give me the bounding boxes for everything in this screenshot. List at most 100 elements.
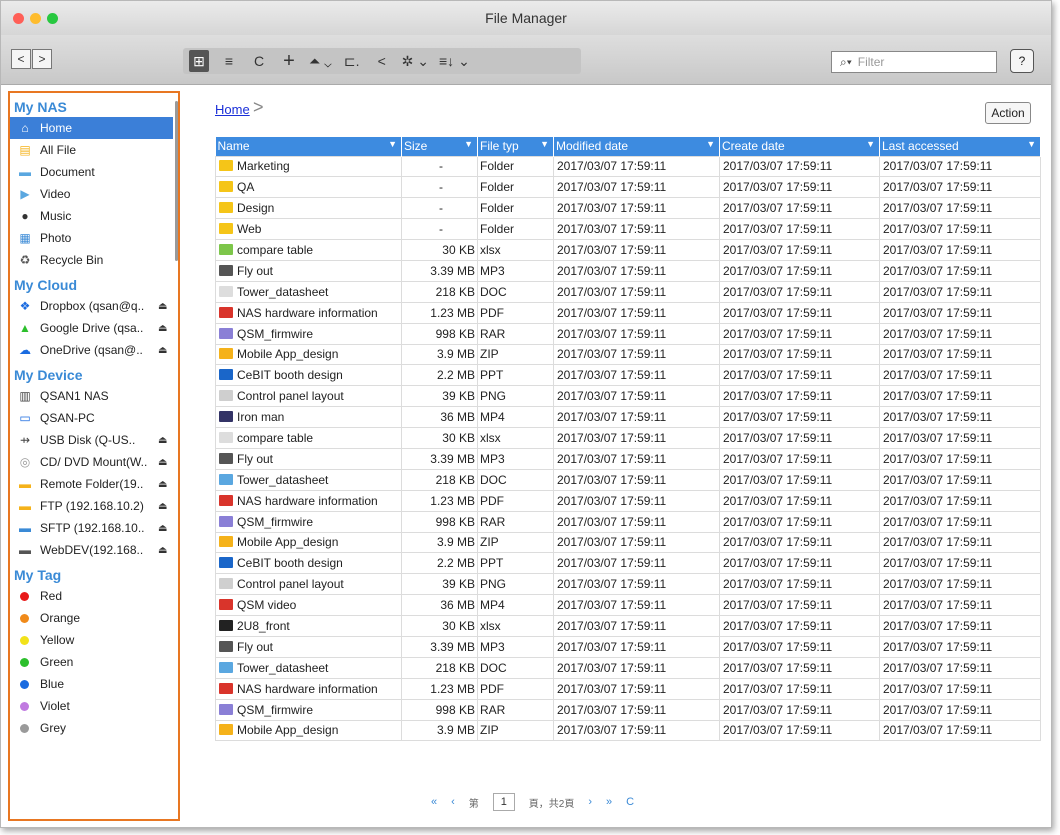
tree-view-button[interactable]: ⊏. [342,50,362,72]
table-row[interactable]: 2U8_front 30 KB xlsx 2017/03/07 17:59:11 201… [215,615,1041,637]
sidebar-item-green[interactable]: Green [10,651,178,673]
table-row[interactable]: QSM_firmwire 998 KB RAR 2017/03/07 17:59:11… [215,698,1041,721]
file-name-cell[interactable]: QSM_firmwire [215,698,402,721]
sidebar-item-google-drive-qsa[interactable]: ▲ Google Drive (qsa.. ⏏ [10,317,178,339]
column-header-modified-date[interactable]: Modified date ▼ [553,137,720,156]
settings-button[interactable]: ✲ ⌄ [402,50,429,72]
eject-icon[interactable]: ⏏ [158,523,167,534]
sort-arrow-icon[interactable]: ▼ [706,139,715,149]
page-number-input[interactable]: 1 [492,793,515,811]
file-name-cell[interactable]: NAS hardware information [215,489,402,512]
eject-icon[interactable]: ⏏ [158,457,167,468]
table-row[interactable]: compare table 30 KB xlsx 2017/03/07 17:59:1… [215,427,1041,449]
sidebar-item-orange[interactable]: Orange [10,607,178,629]
sort-arrow-icon[interactable]: ▼ [1027,139,1036,149]
table-row[interactable]: QA - Folder 2017/03/07 17:59:11 2017/03/07 1… [215,176,1041,199]
file-name-cell[interactable]: Design [215,197,402,220]
table-row[interactable]: Control panel layout 39 KB PNG 2017/03/07 1… [215,573,1041,596]
breadcrumb-home[interactable]: Home [215,102,250,117]
sidebar-item-document[interactable]: ▬ Document [10,161,178,183]
table-row[interactable]: NAS hardware information 1.23 MB PDF 2017/0… [215,677,1041,700]
sidebar-item-cd-dvd-mount-w[interactable]: ◎ CD/ DVD Mount(W.. ⏏ [10,451,178,473]
sort-arrow-icon[interactable]: ▼ [464,139,473,149]
sidebar-item-home[interactable]: ⌂ Home [10,117,173,139]
forward-button[interactable]: > [32,49,52,69]
table-row[interactable]: CeBIT booth design 2.2 MB PPT 2017/03/07 17… [215,364,1041,387]
file-name-cell[interactable]: Web [215,218,402,241]
filter-input[interactable]: ⌕▾ Filter [831,51,997,73]
file-name-cell[interactable]: Mobile App_design [215,531,402,554]
minimize-window-button[interactable] [30,13,41,24]
sort-button[interactable]: ≡↓ ⌄ [439,50,470,72]
table-row[interactable]: Fly out 3.39 MB MP3 2017/03/07 17:59:11 2017… [215,635,1041,658]
close-window-button[interactable] [13,13,24,24]
eject-icon[interactable]: ⏏ [158,435,167,446]
next-page-button[interactable]: › [588,796,592,808]
table-row[interactable]: QSM video 36 MB MP4 2017/03/07 17:59:11 2017… [215,594,1041,617]
table-row[interactable]: QSM_firmwire 998 KB RAR 2017/03/07 17:59:11… [215,322,1041,345]
table-row[interactable]: Tower_datasheet 218 KB DOC 2017/03/07 17:59… [215,280,1041,303]
file-name-cell[interactable]: Tower_datasheet [215,280,402,303]
sort-arrow-icon[interactable]: ▼ [540,139,549,149]
table-row[interactable]: Design - Folder 2017/03/07 17:59:11 2017/03/… [215,197,1041,220]
file-name-cell[interactable]: Tower_datasheet [215,468,402,491]
table-row[interactable]: Fly out 3.39 MB MP3 2017/03/07 17:59:11 2017… [215,259,1041,282]
eject-icon[interactable]: ⏏ [158,501,167,512]
table-row[interactable]: NAS hardware information 1.23 MB PDF 2017/0… [215,489,1041,512]
file-name-cell[interactable]: Fly out [215,635,402,658]
sidebar-item-sftp-192-168-10[interactable]: ▬ SFTP (192.168.10.. ⏏ [10,517,178,539]
column-header-last-accessed[interactable]: Last accessed ▼ [879,137,1041,156]
table-row[interactable]: Control panel layout 39 KB PNG 2017/03/07 1… [215,385,1041,408]
file-name-cell[interactable]: compare table [215,427,402,449]
sidebar-item-yellow[interactable]: Yellow [10,629,178,651]
file-name-cell[interactable]: Control panel layout [215,573,402,596]
table-row[interactable]: Mobile App_design 3.9 MB ZIP 2017/03/07 17:… [215,343,1041,366]
table-row[interactable]: Mobile App_design 3.9 MB ZIP 2017/03/07 17:… [215,719,1041,742]
table-row[interactable]: Mobile App_design 3.9 MB ZIP 2017/03/07 17:… [215,531,1041,554]
grid-view-button[interactable]: ⊞ [189,50,209,72]
add-button[interactable]: + [279,50,299,72]
sidebar-item-video[interactable]: ▶ Video [10,183,178,205]
sidebar-item-onedrive-qsan[interactable]: ☁ OneDrive (qsan@.. ⏏ [10,339,178,361]
file-name-cell[interactable]: compare table [215,239,402,261]
file-name-cell[interactable]: Marketing [215,155,402,178]
sidebar-item-qsan1-nas[interactable]: ▥ QSAN1 NAS [10,385,178,407]
sidebar-item-usb-disk-q-us[interactable]: ⇸ USB Disk (Q-US.. ⏏ [10,429,178,451]
table-row[interactable]: NAS hardware information 1.23 MB PDF 2017/0… [215,301,1041,324]
file-name-cell[interactable]: QSM video [215,594,402,617]
upload-button[interactable]: ⏶ ⌄ [309,50,332,72]
sidebar-item-violet[interactable]: Violet [10,695,178,717]
last-page-button[interactable]: » [606,796,612,808]
table-row[interactable]: Iron man 36 MB MP4 2017/03/07 17:59:11 2017/… [215,406,1041,429]
sidebar-item-remote-folder-19[interactable]: ▬ Remote Folder(19.. ⏏ [10,473,178,495]
sidebar-item-grey[interactable]: Grey [10,717,178,739]
list-view-button[interactable]: ≡ [219,50,239,72]
file-name-cell[interactable]: Iron man [215,406,402,429]
zoom-window-button[interactable] [47,13,58,24]
eject-icon[interactable]: ⏏ [158,479,167,490]
column-header-name[interactable]: Name ▼ [215,137,402,156]
sidebar-item-webdev-192-168[interactable]: ▬ WebDEV(192.168.. ⏏ [10,539,178,561]
table-row[interactable]: Tower_datasheet 218 KB DOC 2017/03/07 17:59… [215,468,1041,491]
sidebar-item-photo[interactable]: ▦ Photo [10,227,178,249]
file-name-cell[interactable]: QSM_firmwire [215,322,402,345]
sidebar-item-recycle-bin[interactable]: ♻ Recycle Bin [10,249,178,271]
column-header-create-date[interactable]: Create date ▼ [719,137,880,156]
file-name-cell[interactable]: NAS hardware information [215,301,402,324]
file-name-cell[interactable]: CeBIT booth design [215,552,402,575]
sort-arrow-icon[interactable]: ▼ [388,139,397,149]
column-header-size[interactable]: Size ▼ [401,137,478,156]
table-row[interactable]: compare table 30 KB xlsx 2017/03/07 17:59:1… [215,239,1041,261]
file-name-cell[interactable]: QSM_firmwire [215,510,402,533]
eject-icon[interactable]: ⏏ [158,301,167,312]
prev-page-button[interactable]: ‹ [451,796,455,808]
file-name-cell[interactable]: CeBIT booth design [215,364,402,387]
first-page-button[interactable]: « [431,796,437,808]
eject-icon[interactable]: ⏏ [158,345,167,356]
eject-icon[interactable]: ⏏ [158,545,167,556]
pager-refresh-button[interactable]: C [626,796,634,808]
file-name-cell[interactable]: NAS hardware information [215,677,402,700]
back-button[interactable]: < [11,49,31,69]
table-row[interactable]: QSM_firmwire 998 KB RAR 2017/03/07 17:59:11… [215,510,1041,533]
sidebar-item-red[interactable]: Red [10,585,178,607]
